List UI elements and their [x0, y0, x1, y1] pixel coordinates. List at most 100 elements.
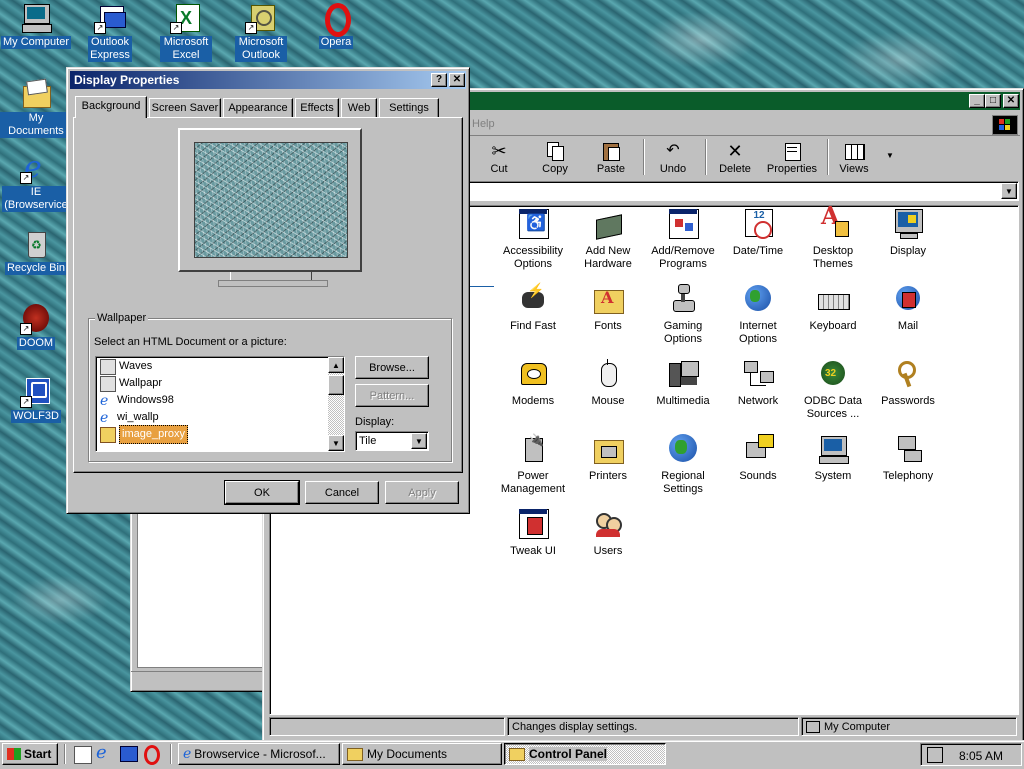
display-dropdown-button[interactable]: ▼ [411, 433, 427, 449]
start-button[interactable]: Start [2, 743, 58, 765]
quick-launch-outlook-express-icon[interactable] [120, 746, 138, 762]
cp-sounds[interactable]: Sounds [721, 434, 795, 483]
desktop-icon-outlook[interactable]: ↗ Microsoft Outlook [225, 2, 297, 62]
delete-button[interactable]: ✕ Delete [707, 137, 763, 175]
cp-item-label: Printers [589, 470, 627, 482]
address-bar[interactable]: ▼ [463, 181, 1019, 201]
desktop-icon-recycle-bin[interactable]: ♻ Recycle Bin [0, 228, 72, 275]
cp-desktop-themes[interactable]: A Desktop Themes [796, 204, 870, 271]
cp-modems[interactable]: Modems [496, 359, 570, 408]
cp-date-time[interactable]: 12 Date/Time [721, 209, 795, 258]
cp-internet-options[interactable]: Internet Options [721, 284, 795, 346]
cp-network[interactable]: Network [721, 359, 795, 408]
desktop-icon-my-documents[interactable]: My Documents [0, 78, 72, 138]
desktop-icon-ie[interactable]: e ↗ IE (Browservice [0, 152, 72, 212]
copy-button[interactable]: Copy [527, 137, 583, 175]
desktop-icon-label: Microsoft Outlook [235, 36, 287, 62]
cp-system[interactable]: System [796, 434, 870, 483]
desktop-icon-opera[interactable]: Opera [300, 2, 372, 49]
cp-item-label: Mail [897, 320, 919, 332]
cp-add-remove-programs[interactable]: Add/Remove Programs [646, 209, 720, 271]
cp-printers[interactable]: Printers [571, 434, 645, 483]
paste-button[interactable]: Paste [583, 137, 639, 175]
cp-users[interactable]: Users [571, 509, 645, 558]
list-scrollbar[interactable]: ▲ ▼ [328, 357, 344, 451]
quick-launch-opera-icon[interactable] [144, 745, 160, 765]
cp-regional-settings[interactable]: Regional Settings [646, 434, 720, 496]
cp-display[interactable]: Display [871, 209, 945, 258]
cp-keyboard[interactable]: Keyboard [796, 284, 870, 333]
cp-mouse[interactable]: Mouse [571, 359, 645, 408]
tab-effects[interactable]: Effects [295, 98, 339, 117]
cp-gaming-options[interactable]: Gaming Options [646, 284, 720, 346]
tab-background[interactable]: Background [75, 96, 147, 118]
desktop-icon-label: DOOM [16, 337, 56, 350]
help-button[interactable]: ? [431, 73, 447, 87]
ok-button[interactable]: OK [224, 480, 300, 505]
list-item[interactable]: Waves [98, 358, 326, 375]
scroll-down-button[interactable]: ▼ [328, 435, 344, 451]
task-my-documents[interactable]: My Documents [342, 743, 502, 765]
wolf3d-icon: ↗ [20, 376, 52, 408]
dialog-titlebar[interactable]: Display Properties [70, 71, 466, 89]
cp-power-management[interactable]: 🔌 Power Management [496, 434, 570, 496]
pattern-button[interactable]: Pattern... [355, 384, 429, 407]
tab-screen-saver[interactable]: Screen Saver [149, 98, 221, 117]
cp-mail[interactable]: Mail [871, 284, 945, 333]
clock[interactable]: 8:05 AM [959, 749, 1003, 763]
paste-icon [600, 141, 622, 161]
cp-item-label: Modems [511, 395, 555, 407]
undo-button[interactable]: ↶ Undo [645, 137, 701, 175]
cut-button[interactable]: ✂ Cut [471, 137, 527, 175]
close-button[interactable]: ✕ [1003, 94, 1019, 108]
cp-fonts[interactable]: A Fonts [571, 284, 645, 333]
tab-settings[interactable]: Settings [379, 98, 439, 117]
toolbar-label: Views [839, 163, 869, 175]
list-item[interactable]: e wi_wallp [98, 409, 326, 426]
desktop-icon-excel[interactable]: X ↗ Microsoft Excel [150, 2, 222, 62]
properties-button[interactable]: Properties [761, 137, 823, 175]
desktop-icon-my-computer[interactable]: My Computer [0, 2, 72, 49]
network-icon [742, 359, 774, 391]
apply-button[interactable]: Apply [385, 481, 459, 504]
display-tray-icon[interactable] [927, 747, 943, 763]
scroll-thumb[interactable] [328, 375, 344, 395]
cp-accessibility-options[interactable]: ♿ Accessibility Options [496, 209, 570, 271]
tab-appearance[interactable]: Appearance [223, 98, 293, 117]
display-select[interactable]: Tile ▼ [355, 431, 429, 451]
views-dropdown-arrow[interactable]: ▼ [886, 151, 894, 160]
menu-help[interactable]: Help [472, 118, 495, 130]
views-button[interactable]: Views [826, 137, 882, 175]
desktop-icon-wolf3d[interactable]: ↗ WOLF3D [0, 376, 72, 423]
cp-passwords[interactable]: Passwords [871, 359, 945, 408]
list-item-selected[interactable]: image_proxy [98, 425, 326, 444]
cp-add-new-hardware[interactable]: Add New Hardware [571, 209, 645, 271]
cp-item-label: Regional Settings [661, 470, 705, 495]
cp-multimedia[interactable]: Multimedia [646, 359, 720, 408]
cp-tweak-ui[interactable]: Tweak UI [496, 509, 570, 558]
cp-odbc-data-sources[interactable]: 32 ODBC Data Sources ... [796, 359, 870, 421]
wallpaper-listbox[interactable]: Waves Wallpapr e Windows98 e wi_wallp imag… [95, 356, 345, 452]
display-label: Display: [355, 416, 395, 428]
minimize-button[interactable]: _ [969, 94, 985, 108]
wallpaper-preview [194, 142, 348, 258]
cp-find-fast[interactable]: ⚡ Find Fast [496, 283, 570, 333]
quick-launch-show-desktop[interactable] [74, 746, 92, 764]
internet-explorer-icon: e ↗ [20, 152, 52, 184]
task-browservice[interactable]: e Browservice - Microsof... [178, 743, 340, 765]
browse-button[interactable]: Browse... [355, 356, 429, 379]
list-item[interactable]: e Windows98 [98, 392, 326, 409]
task-control-panel[interactable]: Control Panel [504, 743, 666, 765]
close-button[interactable]: ✕ [449, 73, 465, 87]
desktop-icon-outlook-express[interactable]: ↗ Outlook Express [74, 2, 146, 62]
cancel-button[interactable]: Cancel [305, 481, 379, 504]
tab-web[interactable]: Web [341, 98, 377, 117]
desktop-icon-label: My Documents [0, 112, 72, 138]
scroll-up-button[interactable]: ▲ [328, 357, 344, 373]
cp-telephony[interactable]: Telephony [871, 434, 945, 483]
desktop-icon-doom[interactable]: ↗ DOOM [0, 303, 72, 350]
maximize-button[interactable]: □ [985, 94, 1001, 108]
list-item[interactable]: Wallpapr [98, 375, 326, 392]
quick-launch-ie-icon[interactable]: e [96, 742, 107, 763]
address-dropdown-button[interactable]: ▼ [1001, 183, 1017, 199]
